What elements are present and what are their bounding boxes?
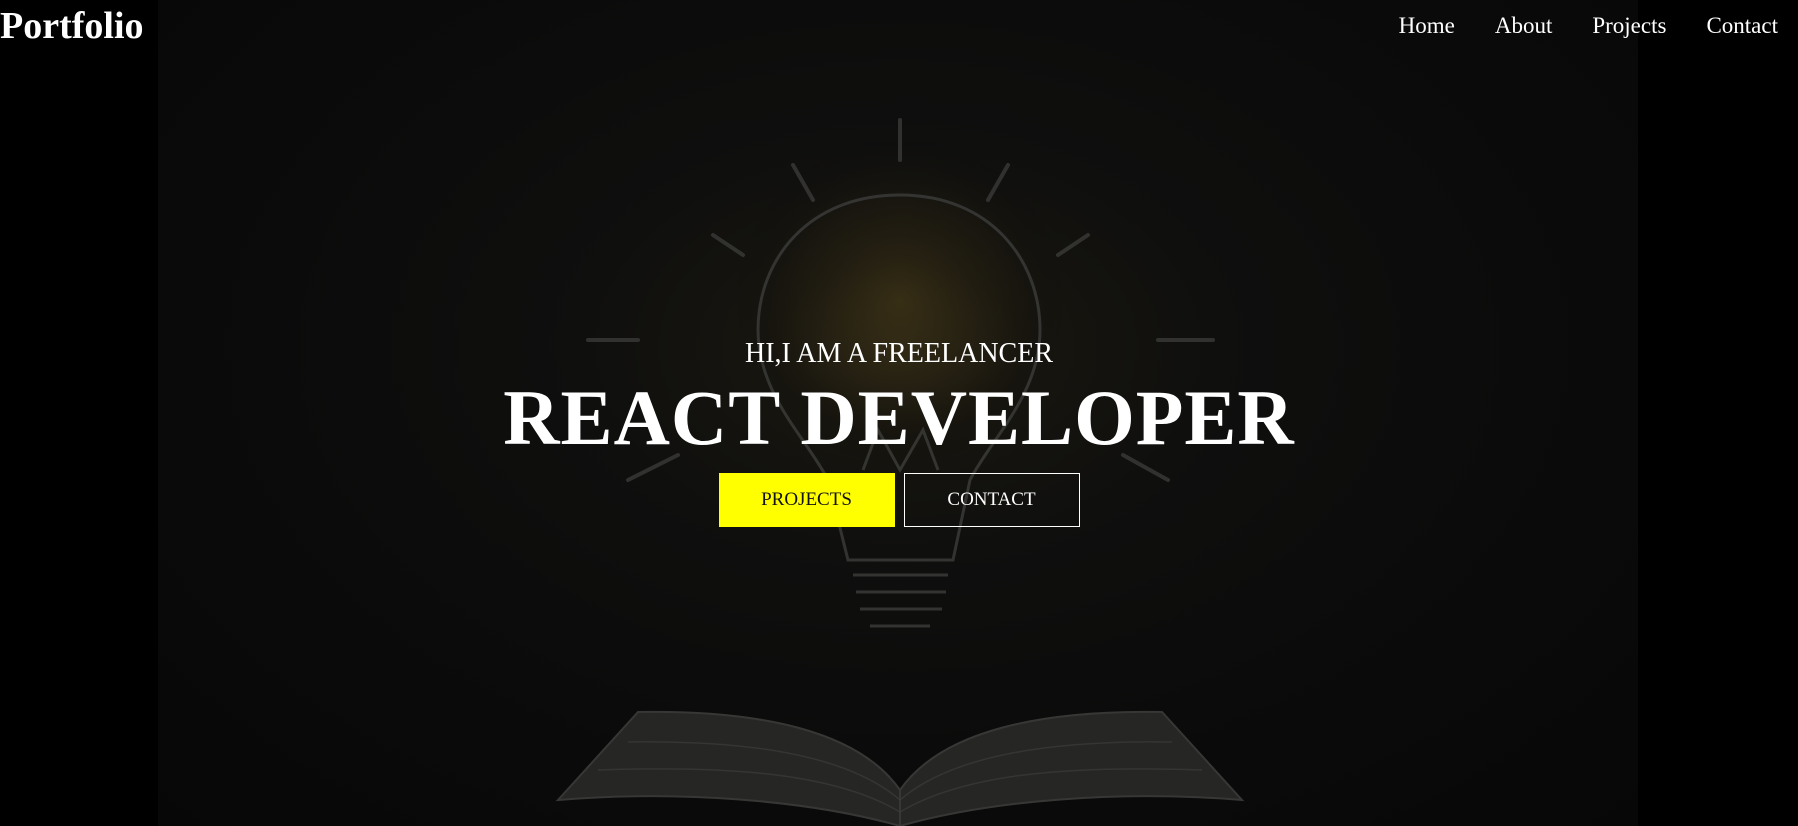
hero-content: HI,I AM A FREELANCER REACT DEVELOPER PRO… bbox=[0, 334, 1798, 527]
nav-link-contact[interactable]: Contact bbox=[1706, 12, 1778, 40]
projects-button[interactable]: PROJECTS bbox=[718, 473, 895, 527]
nav-link-about[interactable]: About bbox=[1495, 12, 1553, 40]
hero-title: REACT DEVELOPER bbox=[503, 374, 1295, 461]
logo[interactable]: Portfolio bbox=[0, 4, 144, 48]
hero-buttons: PROJECTS CONTACT bbox=[0, 473, 1798, 527]
nav-link-home[interactable]: Home bbox=[1399, 12, 1455, 40]
nav-links: Home About Projects Contact bbox=[1399, 12, 1778, 40]
nav-link-projects[interactable]: Projects bbox=[1592, 12, 1666, 40]
page: Portfolio Home About Projects Contact HI… bbox=[0, 0, 1798, 826]
contact-button[interactable]: CONTACT bbox=[903, 473, 1080, 527]
navbar: Portfolio Home About Projects Contact bbox=[0, 0, 1798, 56]
hero-subtitle: HI,I AM A FREELANCER bbox=[744, 338, 1054, 369]
